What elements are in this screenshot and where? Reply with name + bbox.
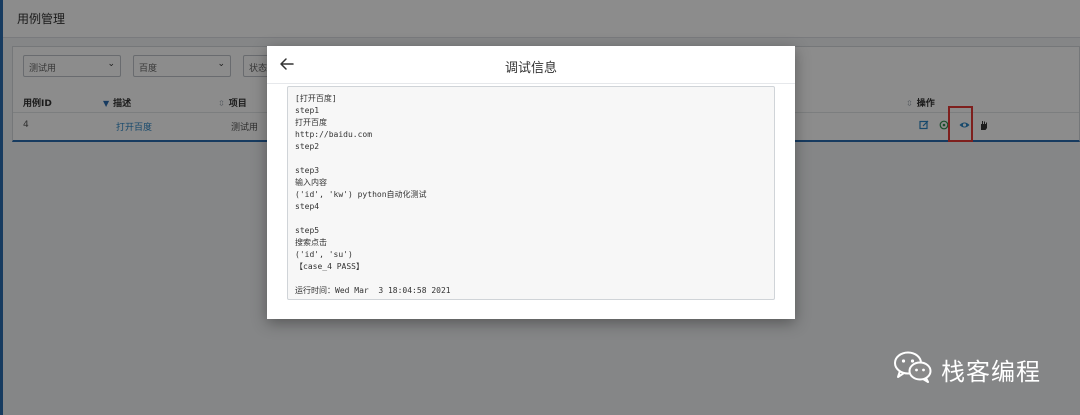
log-line: 【case_4 PASS】 — [295, 262, 364, 271]
debug-log-box: [打开百度] step1 打开百度 http://baidu.com step2… — [287, 86, 775, 300]
log-line: ('id', 'su') — [295, 250, 353, 259]
debug-info-modal: 调试信息 [打开百度] step1 打开百度 http://baidu.com … — [267, 46, 795, 319]
watermark-text: 栈客编程 — [941, 357, 1041, 386]
modal-header: 调试信息 — [267, 46, 795, 84]
log-line: http://baidu.com — [295, 130, 373, 139]
log-line: 搜索点击 — [295, 238, 327, 247]
log-line: 输入内容 — [295, 178, 327, 187]
log-line: step4 — [295, 202, 320, 211]
log-line: step2 — [295, 142, 320, 151]
log-line: 运行时间：Wed Mar 3 18:04:58 2021 — [295, 286, 451, 295]
watermark: 栈客编程 — [893, 350, 1041, 388]
log-line: 打开百度 — [295, 118, 327, 127]
wechat-icon — [893, 350, 933, 388]
log-line: ('id', 'kw') python自动化测试 — [295, 190, 427, 199]
log-line: [打开百度] — [295, 94, 337, 103]
log-line: step1 — [295, 106, 320, 115]
log-line: step5 — [295, 226, 320, 235]
modal-title: 调试信息 — [504, 61, 557, 76]
log-line: step3 — [295, 166, 320, 175]
